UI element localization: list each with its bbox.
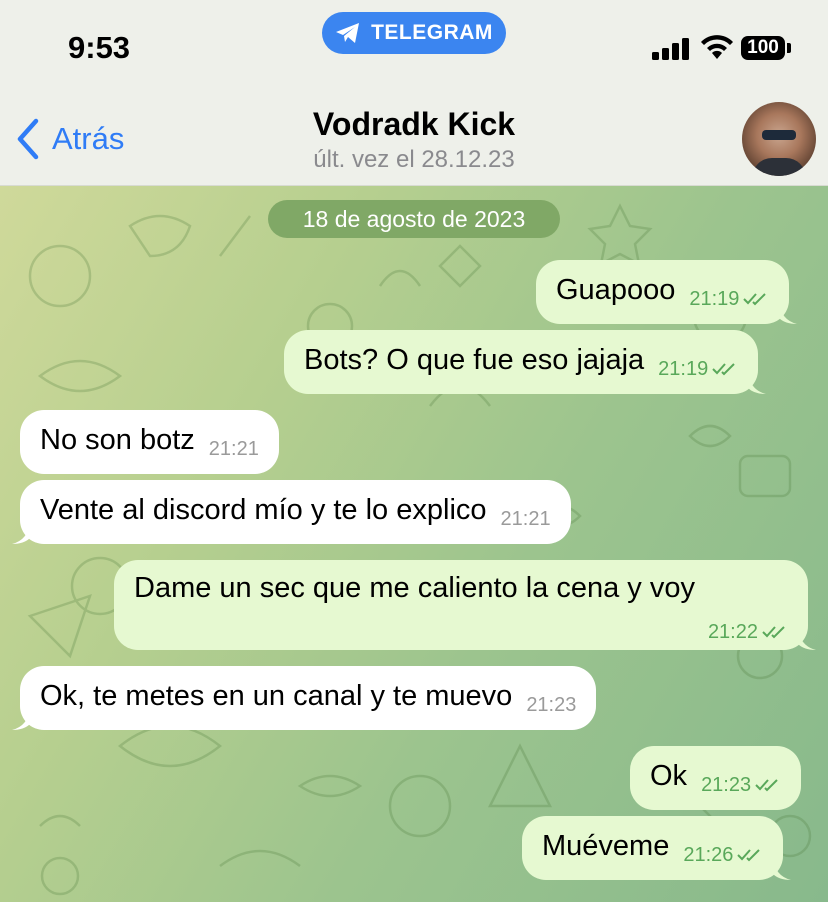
chat-header: Atrás Vodradk Kick últ. vez el 28.12.23 [0,88,828,186]
telegram-pill-label: TELEGRAM [371,21,493,44]
message-time: 21:23 [526,694,577,716]
wifi-icon [701,35,733,59]
read-checkmarks-icon [712,363,735,376]
outgoing-message[interactable]: Dame un sec que me caliento la cena y vo… [114,560,816,650]
outgoing-message[interactable]: Bots? O que fue eso jajaja 21:19 [284,330,767,394]
incoming-message[interactable]: No son botz 21:21 [20,410,279,474]
avatar-sunglasses [762,130,796,140]
telegram-plane-icon [336,23,360,43]
incoming-message[interactable]: Vente al discord mío y te lo explico 21:2… [12,480,571,544]
message-text: Ok [650,760,688,792]
message-text: Ok, te metes en un canal y te muevo [40,680,513,712]
clock: 9:53 [68,30,131,65]
telegram-return-pill[interactable]: TELEGRAM [322,12,506,54]
message-text: Muéveme [542,830,670,862]
read-checkmarks-icon [737,849,761,862]
bubble-tail [12,522,30,544]
message-text: Guapooo [556,274,676,306]
battery-indicator: 100 [741,36,785,60]
date-separator: 18 de agosto de 2023 [268,200,560,238]
last-seen-status: últ. vez el 28.12.23 [313,146,515,173]
contact-avatar[interactable] [742,102,816,176]
bubble-tail [12,708,30,730]
status-bar: 9:53 TELEGRAM 100 [0,0,828,88]
outgoing-message[interactable]: Muéveme 21:26 [522,816,792,880]
message-time: 21:22 [707,621,758,643]
outgoing-message[interactable]: Guapooo 21:19 [536,260,798,324]
battery-level: 100 [747,37,779,58]
message-time: 21:19 [658,358,709,380]
message-text: Vente al discord mío y te lo explico [40,494,487,526]
message-text: No son botz [40,424,195,456]
read-checkmarks-icon [755,779,778,792]
message-time: 21:23 [701,774,752,796]
message-time: 21:21 [500,508,551,530]
read-checkmarks-icon [743,293,767,306]
bubble-tail [748,372,767,394]
message-text: Dame un sec que me caliento la cena y vo… [134,572,695,604]
message-time: 21:26 [683,844,734,866]
bubble-tail [773,858,792,880]
bubble-tail [798,628,816,650]
cellular-signal-icon [652,38,689,60]
incoming-message[interactable]: Ok, te metes en un canal y te muevo 21:23 [12,666,597,730]
contact-name[interactable]: Vodradk Kick [0,106,828,143]
chat-area[interactable]: 18 de agosto de 2023 Guapooo 21:19 Bots? … [0,186,828,902]
bubble-tail [779,302,798,324]
message-text: Bots? O que fue eso jajaja [304,344,645,376]
message-time: 21:21 [208,438,259,460]
battery-tip [787,43,791,53]
message-time: 21:19 [689,288,740,310]
avatar-shirt [752,158,806,176]
read-checkmarks-icon [762,626,785,639]
outgoing-message[interactable]: Ok 21:23 [630,746,802,810]
